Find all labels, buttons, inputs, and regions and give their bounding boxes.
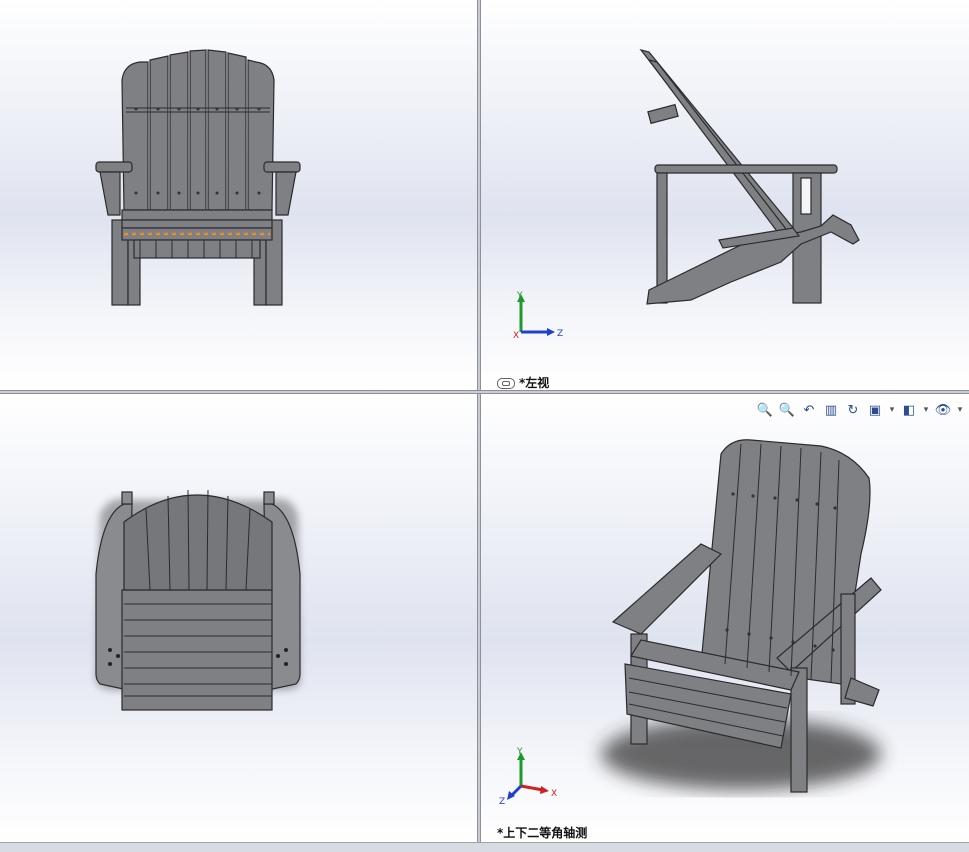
view-label-text: *左视 (519, 376, 550, 390)
viewport-isometric[interactable]: 🔍 🔍 ↶ ▥ ↻ ▣ ▾ ◧ ▾ 👁 ▾ Y X Z *上下二等角轴测 (481, 394, 969, 842)
view-name-iso: *上下二等角轴测 (497, 826, 588, 840)
axis-y-label: Y (516, 291, 523, 301)
viewport-splitter-vertical[interactable] (477, 0, 481, 842)
axis-triad-iso: Y X Z (499, 747, 557, 806)
viewport-splitter-horizontal[interactable] (0, 390, 969, 394)
link-views-icon[interactable] (497, 378, 515, 389)
axis-x-label: X (551, 789, 557, 799)
axis-y-label: Y (516, 747, 523, 757)
front-view-chair (95, 49, 301, 306)
axis-z-label: Z (499, 797, 505, 806)
viewport-front[interactable] (0, 0, 477, 390)
viewport-left[interactable]: Y X Z *左视 (481, 0, 969, 390)
top-view-chair (95, 489, 301, 711)
axis-z-label: Z (557, 329, 563, 339)
axis-triad-left: Y X Z (513, 291, 563, 340)
solidworks-graphics-area: Y X Z *左视 🔍 🔍 ↶ ▥ ↻ ▣ ▾ ◧ ▾ 👁 ▾ Y X Z *上… (0, 0, 969, 852)
axis-x-label: X (513, 331, 519, 340)
bottom-scrollbar-strip (0, 842, 969, 852)
view-name-left: *左视 (497, 374, 549, 390)
viewport-top[interactable] (0, 394, 477, 842)
